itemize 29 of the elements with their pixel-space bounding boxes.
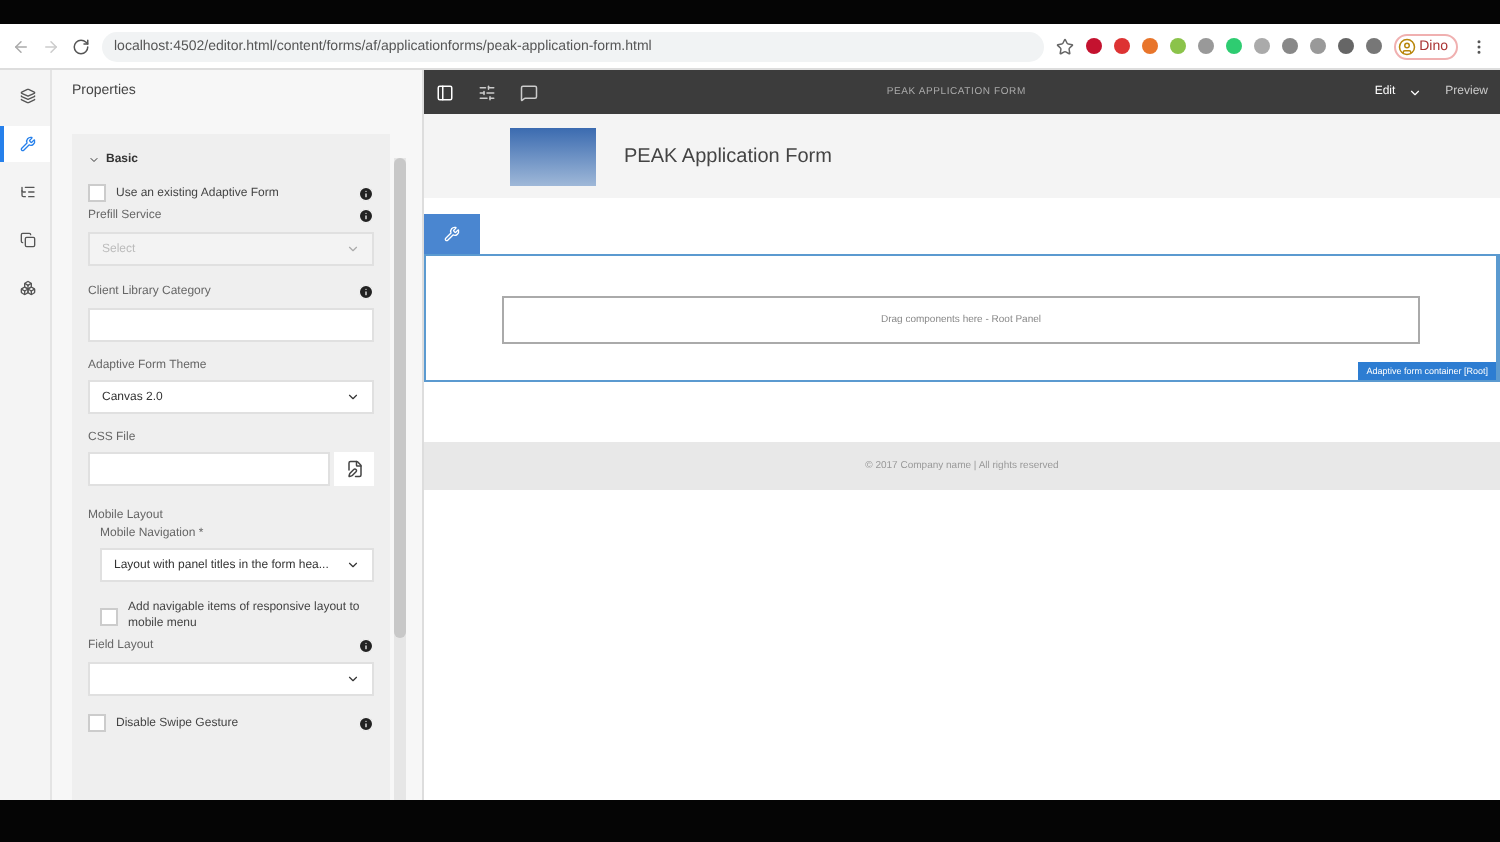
back-icon[interactable]	[12, 37, 30, 55]
caret-icon	[346, 242, 360, 256]
star-icon[interactable]	[1055, 37, 1074, 55]
copy-icon	[19, 232, 35, 248]
input-field[interactable]	[88, 308, 374, 342]
avatar-icon	[1397, 37, 1416, 55]
caret-icon	[346, 672, 360, 686]
wrench-icon	[444, 226, 460, 242]
form-title: PEAK Application Form	[624, 145, 832, 167]
caret-icon	[346, 390, 360, 404]
list-icon	[19, 184, 35, 200]
boxes-icon	[19, 280, 35, 296]
wrench-icon	[19, 136, 35, 152]
caret-icon	[1407, 85, 1422, 99]
scrollbar-thumb[interactable]	[394, 158, 406, 638]
edit-icon	[345, 460, 363, 478]
browse-button[interactable]	[334, 452, 374, 486]
input-field[interactable]	[88, 452, 330, 486]
layers-icon	[19, 88, 35, 104]
configure-button[interactable]	[424, 214, 480, 254]
chevron-icon	[88, 154, 100, 166]
sidebar-toggle-icon[interactable]	[436, 83, 454, 101]
photo-placeholder	[510, 127, 596, 185]
sliders-icon[interactable]	[478, 83, 496, 101]
comment-icon[interactable]	[520, 83, 538, 101]
rail-tab[interactable]	[0, 126, 50, 162]
select-field[interactable]	[88, 662, 374, 696]
reload-icon[interactable]	[72, 37, 90, 55]
caret-icon	[346, 558, 360, 572]
